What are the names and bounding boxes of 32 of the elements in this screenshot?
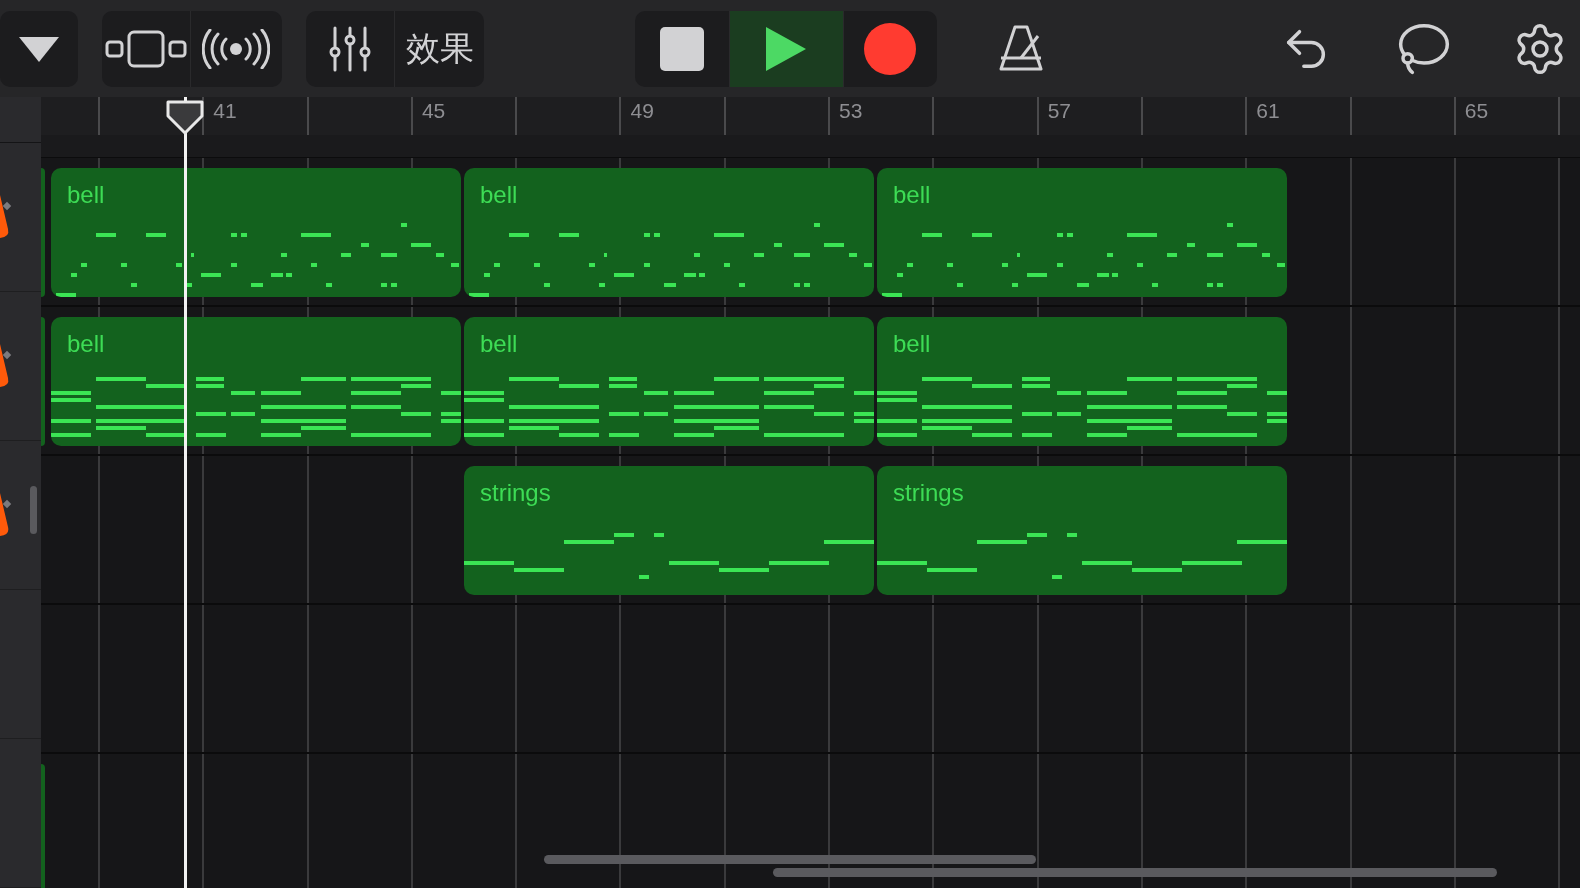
play-button[interactable] (729, 11, 843, 87)
music-region[interactable]: bell (51, 168, 461, 297)
bar-number: 57 (1047, 99, 1072, 123)
bar-number: 61 (1256, 99, 1280, 123)
bar-number: 45 (421, 99, 446, 123)
playhead-line[interactable] (184, 97, 187, 888)
region-name: bell (67, 181, 105, 209)
record-icon (863, 22, 918, 76)
tracks-view-icon (104, 30, 187, 68)
music-region[interactable]: strings (877, 466, 1287, 595)
region-name: bell (893, 181, 931, 209)
music-region[interactable]: bell (877, 168, 1287, 297)
broadcast-icon (202, 29, 271, 69)
bar-number: 49 (630, 99, 654, 123)
region-name: bell (480, 330, 518, 358)
music-region[interactable]: bell (464, 317, 874, 446)
region-name: bell (67, 330, 105, 358)
bar-number: 65 (1464, 99, 1489, 123)
region-name: bell (480, 181, 518, 209)
music-region[interactable]: bell (464, 168, 874, 297)
music-region[interactable]: strings (464, 466, 874, 595)
timeline-ruler[interactable]: 41 45 49 53 57 61 65 (41, 97, 1580, 135)
region-name: strings (893, 479, 964, 507)
bar-number: 41 (213, 99, 237, 123)
region-name: strings (480, 479, 551, 507)
region-name: bell (893, 330, 931, 358)
bar-number: 53 (839, 99, 863, 123)
music-region[interactable]: bell (877, 317, 1287, 446)
music-region[interactable]: bell (51, 317, 461, 446)
triangle-icon (18, 35, 59, 63)
stop-icon (659, 26, 706, 72)
scroll-indicator (30, 486, 37, 534)
